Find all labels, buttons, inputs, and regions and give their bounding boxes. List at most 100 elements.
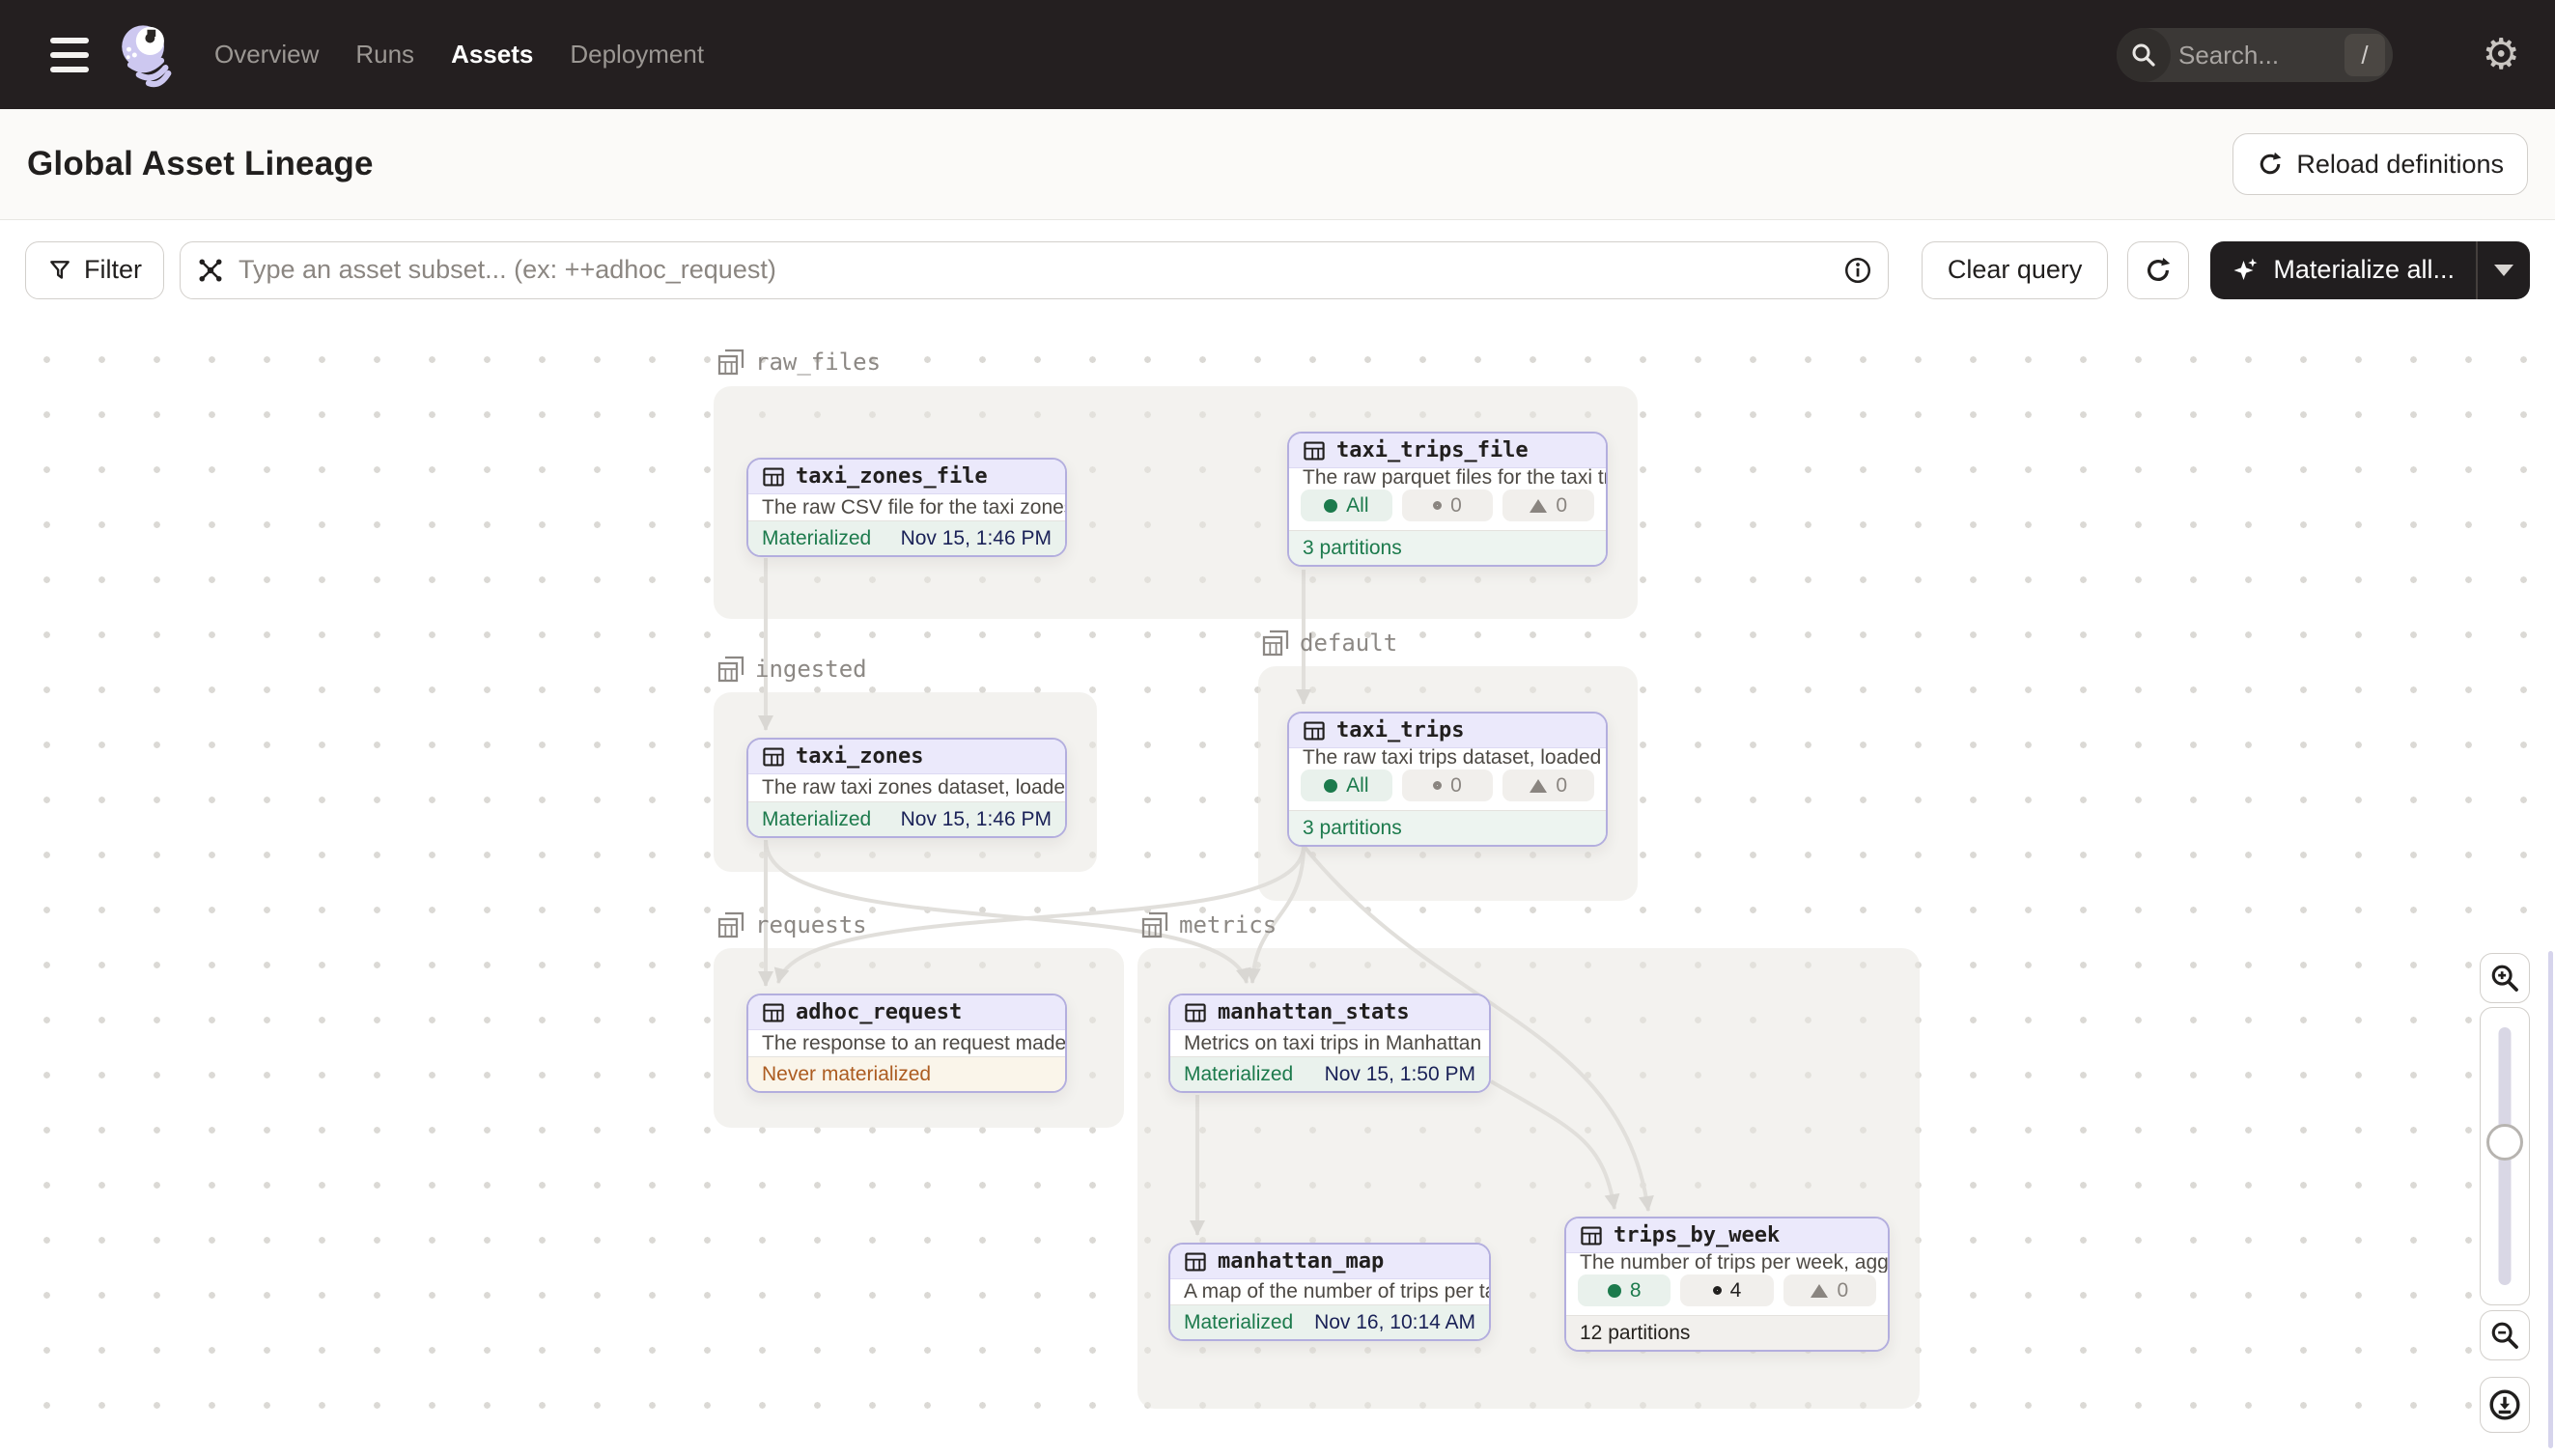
asset-node-taxi-trips[interactable]: taxi_trips The raw taxi trips dataset, l… (1287, 712, 1608, 847)
asset-description: The raw taxi zones dataset, loaded int..… (748, 774, 1065, 801)
asset-subset-input[interactable] (239, 255, 1830, 285)
funnel-icon (47, 258, 72, 283)
partition-count: 12 partitions (1580, 1322, 1690, 1345)
zoom-out-icon (2488, 1319, 2521, 1352)
materialization-timestamp[interactable]: Nov 16, 10:14 AM (1314, 1311, 1475, 1334)
asset-node-taxi-trips-file[interactable]: taxi_trips_file The raw parquet files fo… (1287, 432, 1608, 567)
reload-icon (2257, 151, 2284, 178)
asset-description: The raw taxi trips dataset, loaded into … (1289, 748, 1606, 768)
asset-name: manhattan_stats (1218, 1000, 1410, 1024)
asset-name: taxi_zones_file (796, 464, 988, 489)
refresh-button[interactable] (2127, 241, 2189, 299)
partitions-missing-badge[interactable]: 0 (1402, 770, 1494, 801)
nav-link-deployment[interactable]: Deployment (570, 40, 704, 70)
partitions-success-badge[interactable]: 8 (1578, 1274, 1671, 1306)
table-icon (762, 1001, 785, 1024)
status-badge: Never materialized (762, 1063, 931, 1086)
status-badge: Materialized (762, 808, 871, 831)
group-label-default[interactable]: default (1261, 629, 1397, 658)
asset-node-taxi-zones-file[interactable]: taxi_zones_file The raw CSV file for the… (746, 458, 1067, 557)
status-badge: Materialized (1184, 1063, 1293, 1086)
partitions-success-badge[interactable]: All (1301, 770, 1392, 801)
table-icon (1184, 1250, 1207, 1274)
filter-button[interactable]: Filter (25, 241, 164, 299)
asset-node-taxi-zones[interactable]: taxi_zones The raw taxi zones dataset, l… (746, 738, 1067, 838)
asset-status-bar: Never materialized (748, 1056, 1065, 1091)
search-input[interactable]: Search... / (2117, 28, 2393, 82)
asset-node-adhoc-request[interactable]: adhoc_request The response to an request… (746, 994, 1067, 1093)
triangle-icon (1530, 779, 1547, 793)
partitions-failed-badge[interactable]: 0 (1502, 490, 1594, 521)
status-badge: Materialized (762, 527, 871, 550)
asset-status-bar: Materialized Nov 15, 1:46 PM (748, 801, 1065, 836)
materialize-options-dropdown[interactable] (2478, 241, 2530, 299)
asset-status-bar: 12 partitions (1566, 1315, 1888, 1350)
nav-links: Overview Runs Assets Deployment (214, 40, 704, 70)
settings-gear-icon[interactable]: ⚙ (2483, 34, 2520, 76)
status-badge: Materialized (1184, 1311, 1293, 1334)
ring-icon (1433, 501, 1442, 510)
asset-node-header: taxi_zones_file (748, 460, 1065, 494)
asset-node-header: taxi_trips_file (1289, 434, 1606, 468)
search-icon (2117, 28, 2171, 82)
sparkle-icon (2232, 256, 2260, 285)
asset-group-icon (1261, 629, 1290, 658)
nav-link-assets[interactable]: Assets (451, 40, 533, 70)
asset-query-field (180, 241, 1889, 299)
group-label-requests[interactable]: requests (716, 910, 867, 939)
partitions-failed-badge[interactable]: 0 (1502, 770, 1594, 801)
materialize-all-button[interactable]: Materialize all... (2210, 241, 2476, 299)
partitions-missing-badge[interactable]: 4 (1680, 1274, 1773, 1306)
group-label-raw-files[interactable]: raw_files (716, 348, 881, 377)
asset-status-bar: Materialized Nov 15, 1:50 PM (1170, 1056, 1489, 1091)
asset-name: adhoc_request (796, 1000, 962, 1024)
materialization-timestamp[interactable]: Nov 15, 1:50 PM (1325, 1063, 1475, 1086)
group-label-metrics[interactable]: metrics (1140, 910, 1277, 939)
asset-group-icon (716, 348, 745, 377)
zoom-slider-thumb[interactable] (2486, 1124, 2523, 1161)
chevron-down-icon (2494, 265, 2513, 276)
nav-link-overview[interactable]: Overview (214, 40, 319, 70)
asset-status-bar: Materialized Nov 16, 10:14 AM (1170, 1304, 1489, 1339)
table-icon (1184, 1001, 1207, 1024)
partitions-failed-badge[interactable]: 0 (1783, 1274, 1876, 1306)
asset-group-icon (1140, 910, 1169, 939)
triangle-icon (1811, 1284, 1828, 1298)
search-shortcut-badge: / (2344, 34, 2385, 76)
page-title: Global Asset Lineage (27, 145, 374, 183)
asset-description: Metrics on taxi trips in Manhattan (1170, 1030, 1489, 1056)
partitions-success-badge[interactable]: All (1301, 490, 1392, 521)
menu-icon[interactable] (50, 38, 89, 72)
zoom-in-button[interactable] (2480, 953, 2530, 1003)
partitions-missing-badge[interactable]: 0 (1402, 490, 1494, 521)
clear-query-button[interactable]: Clear query (1922, 241, 2109, 299)
asset-name: manhattan_map (1218, 1249, 1384, 1274)
group-label-ingested[interactable]: ingested (716, 655, 867, 684)
table-icon (1303, 719, 1326, 742)
materialization-timestamp[interactable]: Nov 15, 1:46 PM (901, 527, 1052, 550)
reload-definitions-button[interactable]: Reload definitions (2232, 133, 2528, 195)
asset-description: The number of trips per week, aggreg... (1566, 1253, 1888, 1273)
partition-health-badges: All 0 0 (1289, 768, 1606, 810)
ring-icon (1713, 1286, 1722, 1295)
nav-link-runs[interactable]: Runs (355, 40, 414, 70)
dagster-logo[interactable] (112, 18, 180, 92)
asset-description: A map of the number of trips per taxi z.… (1170, 1279, 1489, 1304)
zoom-slider[interactable] (2480, 1007, 2530, 1305)
asset-group-icon (716, 910, 745, 939)
zoom-out-button[interactable] (2480, 1310, 2530, 1360)
asset-node-manhattan-stats[interactable]: manhattan_stats Metrics on taxi trips in… (1168, 994, 1491, 1093)
materialize-all-split-button: Materialize all... (2210, 241, 2530, 299)
asset-name: taxi_zones (796, 744, 923, 769)
info-icon[interactable] (1843, 256, 1872, 285)
dagster-octopus-icon (112, 18, 180, 92)
table-icon (762, 745, 785, 769)
asset-node-manhattan-map[interactable]: manhattan_map A map of the number of tri… (1168, 1243, 1491, 1341)
materialization-timestamp[interactable]: Nov 15, 1:46 PM (901, 808, 1052, 831)
table-icon (1303, 439, 1326, 462)
lineage-canvas[interactable]: raw_files ingested default requests metr… (0, 319, 2555, 1456)
right-scrollbar[interactable] (2548, 951, 2553, 1448)
asset-node-trips-by-week[interactable]: trips_by_week The number of trips per we… (1564, 1217, 1890, 1352)
asset-node-header: taxi_trips (1289, 714, 1606, 748)
download-image-button[interactable] (2480, 1377, 2530, 1433)
